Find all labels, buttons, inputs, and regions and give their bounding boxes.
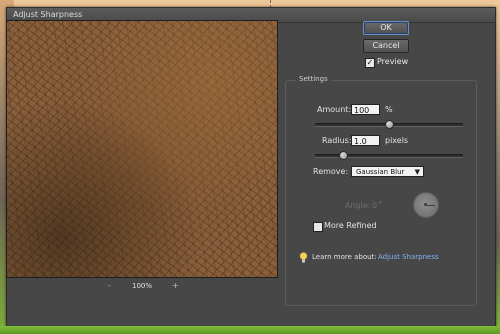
preview-checkbox[interactable]: ✓ [365, 58, 375, 68]
preview-label: Preview [377, 57, 409, 66]
settings-group-label: Settings [296, 75, 331, 83]
learn-more-label: Learn more about: [312, 253, 377, 261]
angle-dial[interactable] [413, 192, 439, 218]
learn-more-link[interactable]: Adjust Sharpness [378, 253, 439, 261]
zoom-out-button[interactable]: - [108, 281, 111, 290]
radius-label: Radius: [322, 136, 352, 145]
amount-unit: % [385, 105, 393, 114]
dialog-title: Adjust Sharpness [13, 10, 83, 19]
ok-button[interactable]: OK [363, 21, 409, 35]
bulb-icon [299, 252, 308, 263]
background-grass [0, 326, 500, 334]
angle-value: 0 [372, 201, 378, 210]
remove-dropdown-value: Gaussian Blur [356, 168, 405, 176]
amount-label: Amount: [317, 105, 352, 114]
remove-label: Remove: [313, 167, 349, 176]
settings-group [285, 80, 477, 306]
amount-input[interactable]: 100 [351, 104, 380, 115]
more-refined-label: More Refined [324, 221, 377, 230]
amount-slider-thumb[interactable] [384, 120, 394, 129]
angle-degree-symbol: ° [378, 200, 382, 209]
more-refined-checkbox[interactable] [313, 222, 323, 232]
angle-dial-indicator [426, 205, 435, 206]
angle-label: Angle: [345, 201, 371, 210]
zoom-controls: - 100% + [100, 281, 190, 293]
check-icon: ✓ [366, 58, 374, 67]
preview-image[interactable] [6, 20, 278, 278]
zoom-in-button[interactable]: + [172, 281, 179, 290]
radius-slider-thumb[interactable] [338, 151, 348, 160]
cancel-button[interactable]: Cancel [363, 39, 409, 53]
radius-unit: pixels [385, 136, 409, 145]
remove-dropdown[interactable]: Gaussian Blur ▼ [351, 166, 424, 177]
radius-input[interactable]: 1.0 [351, 135, 380, 146]
zoom-level: 100% [132, 282, 153, 290]
angle-dial-center [424, 203, 427, 206]
radius-slider-track[interactable] [315, 154, 463, 158]
chevron-down-icon: ▼ [414, 168, 420, 176]
